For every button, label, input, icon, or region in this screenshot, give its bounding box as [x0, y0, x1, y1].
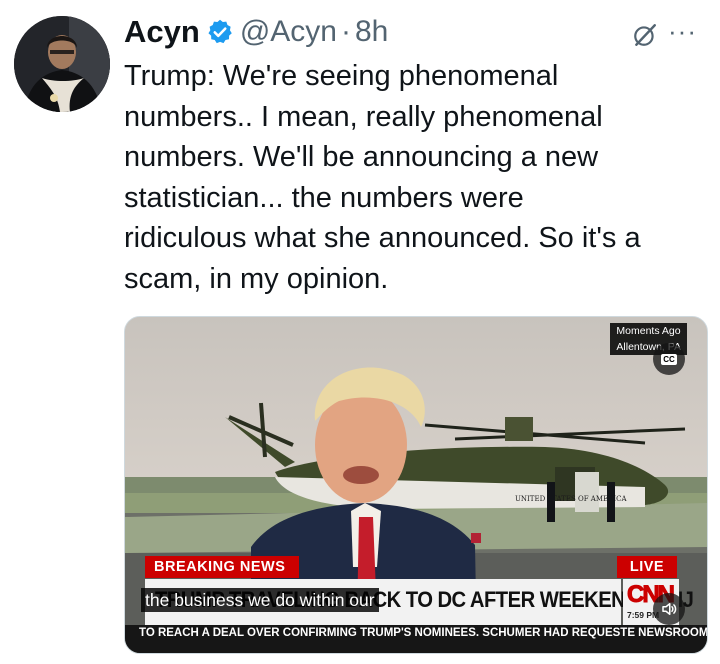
separator-dot: ·	[340, 15, 351, 48]
speaker-icon	[662, 603, 677, 615]
news-ticker: TO REACH A DEAL OVER CONFIRMING TRUMP'S …	[125, 625, 707, 653]
captions-button[interactable]: CC	[653, 343, 685, 375]
author-handle[interactable]: @Acyn	[240, 15, 337, 49]
video-player[interactable]: UNITED STATES OF AMERICA Moments Ago All…	[124, 316, 708, 654]
more-icon[interactable]: ···	[668, 16, 697, 47]
live-badge: LIVE	[617, 556, 677, 578]
moments-label: Moments Ago	[616, 325, 681, 337]
tweet-text: Trump: We're seeing phenomenal numbers..…	[124, 60, 641, 295]
avatar-image	[14, 16, 110, 112]
tweet-header: Acyn @Acyn · 8h	[124, 10, 388, 54]
avatar[interactable]	[14, 16, 110, 112]
author-name[interactable]: Acyn	[124, 14, 200, 50]
mute-button[interactable]	[653, 593, 685, 625]
tweet-timestamp[interactable]: 8h	[355, 15, 388, 49]
breaking-news-banner: BREAKING NEWS	[145, 556, 299, 578]
video-caption: the business we do within our	[141, 588, 379, 612]
verified-badge-icon	[208, 19, 232, 44]
grok-icon[interactable]	[632, 22, 658, 48]
cc-label: CC	[661, 353, 677, 365]
